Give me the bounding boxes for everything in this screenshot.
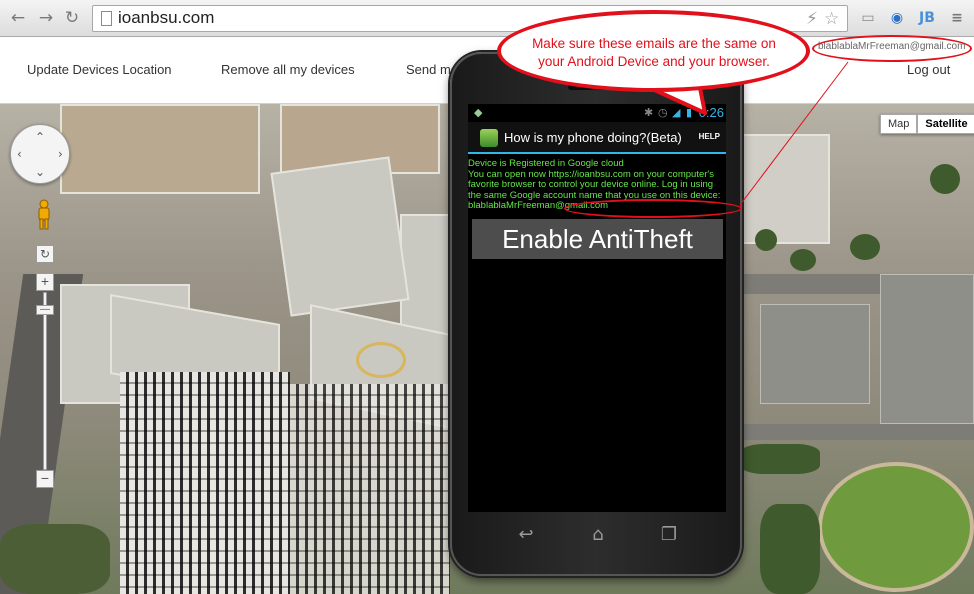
- pan-up-icon[interactable]: ⌃: [35, 130, 45, 144]
- email-highlight-oval-browser: [812, 35, 972, 62]
- enable-antitheft-button[interactable]: Enable AntiTheft: [472, 219, 723, 259]
- pegman-icon[interactable]: [35, 199, 53, 231]
- recents-softkey-icon[interactable]: ❐: [657, 524, 681, 545]
- map-type-map[interactable]: Map: [880, 114, 918, 134]
- tree: [930, 164, 960, 194]
- tree-cluster: [0, 524, 110, 594]
- jb-extension-icon[interactable]: JB: [917, 8, 937, 28]
- alarm-icon: ◷: [658, 106, 668, 119]
- reload-icon[interactable]: ↻: [62, 8, 82, 28]
- building: [740, 134, 830, 244]
- parking-lot: [880, 274, 974, 424]
- pan-down-icon[interactable]: ⌄: [35, 165, 45, 179]
- back-softkey-icon[interactable]: ↩: [514, 524, 538, 545]
- zoom-slider-track[interactable]: [43, 292, 47, 470]
- app-icon: [480, 129, 498, 147]
- tree-cluster: [760, 504, 820, 594]
- home-softkey-icon[interactable]: ⌂: [586, 524, 610, 545]
- browser-toolbar: ← → ↻ ioanbsu.com ⚡ ☆ ▭ ◉ JB ≡: [0, 0, 974, 37]
- hamburger-menu-icon[interactable]: ≡: [947, 8, 967, 28]
- helipad: [356, 342, 406, 378]
- callout-bubble: Make sure these emails are the same on y…: [497, 10, 810, 92]
- park: [818, 462, 974, 592]
- pan-right-icon[interactable]: ›: [58, 147, 63, 161]
- app-title: How is my phone doing?(Beta): [504, 130, 682, 145]
- nav-remove-all-devices[interactable]: Remove all my devices: [221, 62, 355, 77]
- map-type-satellite[interactable]: Satellite: [917, 114, 974, 134]
- email-highlight-oval-phone: [564, 199, 742, 218]
- star-icon[interactable]: ☆: [824, 9, 839, 29]
- status-time: 0:26: [698, 105, 724, 120]
- pan-left-icon[interactable]: ‹: [17, 147, 22, 161]
- pan-control[interactable]: ⌃ ‹ › ⌄: [10, 124, 70, 184]
- forward-arrow-icon[interactable]: →: [36, 8, 56, 28]
- android-robot-icon: ◆: [474, 106, 483, 119]
- extension-icon[interactable]: ◉: [887, 8, 907, 28]
- zoom-slider-handle[interactable]: —: [36, 305, 54, 315]
- tower-window-rows-east: [290, 384, 450, 594]
- bluetooth-icon: ✱: [644, 106, 654, 119]
- tree: [790, 249, 816, 271]
- back-arrow-icon[interactable]: ←: [8, 8, 28, 28]
- nav-update-devices-location[interactable]: Update Devices Location: [27, 62, 172, 77]
- tower-window-rows: [120, 372, 290, 594]
- android-status-bar: ◆ ✱ ◷ ◢ ▮ 0:26: [468, 104, 726, 122]
- callout-text: Make sure these emails are the same on y…: [532, 36, 776, 69]
- parking-lot: [760, 304, 870, 404]
- lightning-icon[interactable]: ⚡: [806, 9, 818, 29]
- map-type-control: Map Satellite: [880, 114, 974, 134]
- building: [60, 104, 260, 194]
- phone-mockup: ◆ ✱ ◷ ◢ ▮ 0:26 How is my phone doing?(Be…: [450, 52, 742, 576]
- tower-roof-upper: [270, 156, 410, 317]
- tree-row: [740, 444, 820, 474]
- app-action-bar: How is my phone doing?(Beta) HELP: [468, 122, 726, 154]
- url-text[interactable]: ioanbsu.com: [118, 8, 214, 28]
- street: [740, 424, 974, 440]
- help-button[interactable]: HELP: [699, 132, 720, 141]
- wifi-icon: ◢: [672, 106, 681, 119]
- zoom-out-button[interactable]: −: [36, 470, 54, 488]
- page-icon: [101, 11, 112, 26]
- tree: [850, 234, 880, 260]
- nav-log-out[interactable]: Log out: [907, 62, 950, 77]
- tree: [755, 229, 777, 251]
- phone-screen: ◆ ✱ ◷ ◢ ▮ 0:26 How is my phone doing?(Be…: [468, 104, 726, 512]
- battery-icon: ▮: [686, 106, 693, 119]
- rotate-icon[interactable]: ↻: [36, 245, 54, 263]
- cast-icon[interactable]: ▭: [858, 8, 878, 28]
- zoom-in-button[interactable]: +: [36, 273, 54, 291]
